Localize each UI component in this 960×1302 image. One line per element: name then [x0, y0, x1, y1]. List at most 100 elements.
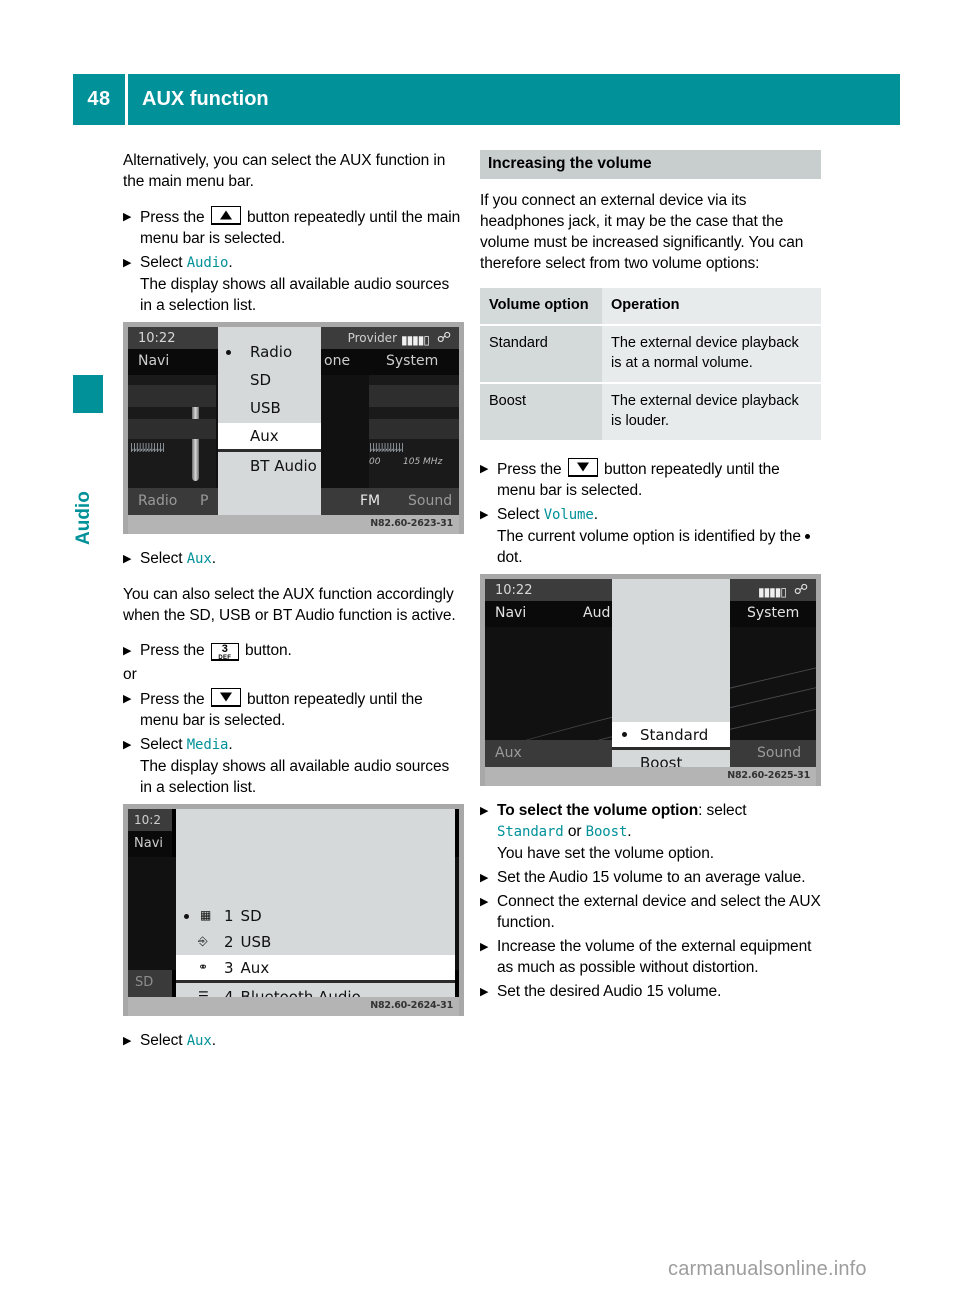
- frequency-right: 105 MHz: [403, 457, 443, 467]
- step-commands-line: Standard or Boost.: [497, 821, 821, 843]
- step-bullet-icon: ▶: [480, 872, 489, 884]
- step-result-text: The current volume option is identified …: [497, 526, 821, 568]
- table-header-operation: Operation: [602, 288, 821, 326]
- clock: 10:22: [138, 331, 176, 346]
- chapter-tab-marker: [73, 375, 103, 413]
- step-select-aux-2: ▶ Select Aux.: [123, 1030, 464, 1052]
- phone-icon: ☍: [436, 330, 451, 346]
- command-audio: Audio: [186, 255, 229, 271]
- figure-media-source-list: 10:2 Navi SD ▦ 1 SD ⎆ 2 USB ⚭ 3 Aux ☰ 4 …: [123, 804, 464, 1016]
- popup-item-label: Aux: [250, 427, 279, 445]
- up-arrow-key-icon: [210, 206, 241, 225]
- popup-divider: [176, 980, 455, 983]
- step-select-volume: ▶ Select Volume. The current volume opti…: [480, 504, 821, 568]
- bottom-item-sound[interactable]: Sound: [408, 493, 452, 509]
- bottom-item-aux[interactable]: Aux: [495, 745, 522, 761]
- step-text: Set the desired Audio 15 volume.: [497, 983, 722, 1000]
- left-column: Alternatively, you can select the AUX fu…: [123, 150, 464, 1055]
- list-item-usb[interactable]: ⎆ 2 USB: [176, 929, 455, 955]
- step-result-text: The display shows all available audio so…: [140, 758, 450, 796]
- step-bullet-icon: ▶: [480, 805, 489, 817]
- popup-item-usb[interactable]: USB: [218, 395, 321, 421]
- cell-operation-boost: The external device playback is louder.: [602, 383, 821, 442]
- step-select-media: ▶ Select Media. The display shows all av…: [123, 734, 464, 798]
- list-item-aux[interactable]: ⚭ 3 Aux: [176, 955, 455, 980]
- popup-item-bt-audio[interactable]: BT Audio: [218, 453, 321, 479]
- selection-dot-icon: [622, 732, 627, 737]
- step-text-pre: Press the: [140, 642, 205, 659]
- menu-item-system[interactable]: System: [747, 605, 799, 621]
- section-subheading: Increasing the volume: [480, 150, 821, 179]
- audio-source-popup[interactable]: Radio SD USB Aux BT Audio: [218, 327, 321, 515]
- step-select-aux-1: ▶ Select Aux.: [123, 548, 464, 570]
- step-bullet-icon: ▶: [123, 1035, 132, 1047]
- popup-item-sd[interactable]: SD: [218, 367, 321, 393]
- step-text: Set the Audio 15 volume to an average va…: [497, 869, 806, 886]
- step-bullet-icon: ▶: [123, 211, 132, 223]
- step-bullet-icon: ▶: [123, 645, 132, 657]
- menu-item-navi[interactable]: Navi: [128, 831, 172, 857]
- step-bullet-icon: ▶: [480, 463, 489, 475]
- radio-panel-left: 2 9 |,|,|,|,|,|,|,|,|,|,|,|: [128, 375, 216, 488]
- table-row: Boost The external device playback is lo…: [480, 383, 821, 442]
- clock-partial: 10:2: [128, 809, 172, 831]
- tuner-scale-right: |,|,|,|,|,|,|,|,|,|,|,|: [369, 443, 404, 452]
- or-separator: or: [123, 666, 137, 683]
- figure-caption-code: N82.60-2623-31: [370, 518, 453, 529]
- step-set-average-volume: ▶ Set the Audio 15 volume to an average …: [480, 867, 821, 888]
- head-unit-screen: 10:22 ▮▮▮▮▯ ☍ Navi Aud System Aux Sound …: [485, 579, 816, 767]
- step-text-post: .: [228, 254, 233, 271]
- figure-caption-bar: N82.60-2625-31: [485, 767, 816, 786]
- command-aux: Aux: [186, 1033, 212, 1049]
- page-header: 48 AUX function: [73, 74, 900, 125]
- step-increase-external-volume: ▶ Increase the volume of the external eq…: [480, 936, 821, 978]
- step-text-pre: Press the: [497, 461, 562, 478]
- step-bullet-icon: ▶: [480, 941, 489, 953]
- menu-item-navi[interactable]: Navi: [495, 605, 526, 621]
- cell-operation-standard: The external device playback is at a nor…: [602, 325, 821, 384]
- menu-item-phone[interactable]: one: [324, 353, 350, 369]
- bottom-item-radio[interactable]: Radio: [138, 493, 177, 509]
- right-column: Increasing the volume If you connect an …: [480, 150, 821, 1005]
- frequency-left: 00: [369, 457, 381, 467]
- volume-option-popup[interactable]: Standard Boost: [612, 579, 730, 767]
- table-row: Standard The external device playback is…: [480, 325, 821, 384]
- figure-volume-option-popup: 10:22 ▮▮▮▮▯ ☍ Navi Aud System Aux Sound …: [480, 574, 821, 786]
- step-text-pre: Select: [140, 1032, 183, 1049]
- popup-item-boost[interactable]: Boost: [612, 750, 730, 768]
- bottom-item-preset[interactable]: P: [200, 493, 208, 509]
- step-result-text: You have set the volume option.: [497, 845, 714, 862]
- popup-item-aux[interactable]: Aux: [218, 423, 321, 449]
- step-text-pre: Select: [140, 550, 183, 567]
- popup-item-label: USB: [250, 399, 281, 417]
- step-text-post: .: [211, 550, 216, 567]
- bottom-item-sound[interactable]: Sound: [757, 745, 801, 761]
- figure-caption-bar: N82.60-2624-31: [128, 997, 459, 1016]
- menu-item-audio[interactable]: Aud: [583, 605, 610, 621]
- step-text-pre: Select: [140, 736, 183, 753]
- popup-item-standard[interactable]: Standard: [612, 722, 730, 747]
- step-text-end: .: [627, 823, 632, 840]
- phone-icon: ☍: [793, 582, 808, 598]
- clock: 10:22: [495, 583, 533, 598]
- command-media: Media: [186, 737, 229, 753]
- menu-item-system[interactable]: System: [386, 353, 438, 369]
- head-unit-screen: 2 9 |,|,|,|,|,|,|,|,|,|,|,| |,|,|,|,|,|,…: [128, 327, 459, 515]
- list-item-label: USB: [240, 933, 272, 951]
- media-source-popup[interactable]: ▦ 1 SD ⎆ 2 USB ⚭ 3 Aux ☰ 4 Bluetooth Aud…: [176, 809, 455, 997]
- selection-dot-icon: [226, 350, 231, 355]
- step-connect-device: ▶ Connect the external device and select…: [480, 891, 821, 933]
- tuner-scale-left: |,|,|,|,|,|,|,|,|,|,|,|: [130, 443, 165, 452]
- figure-audio-source-list: 2 9 |,|,|,|,|,|,|,|,|,|,|,| |,|,|,|,|,|,…: [123, 322, 464, 534]
- panel-strip: [369, 419, 459, 439]
- popup-item-radio[interactable]: Radio: [218, 339, 321, 365]
- menu-item-navi[interactable]: Navi: [138, 353, 169, 369]
- bottom-item-sd[interactable]: SD: [128, 970, 172, 997]
- step-press-number-3: ▶ Press the 3 DEF button.: [123, 640, 464, 661]
- signal-strength-icon: ▮▮▮▮▯: [400, 333, 430, 347]
- list-item-sd[interactable]: ▦ 1 SD: [176, 903, 455, 929]
- list-item-bluetooth-audio[interactable]: ☰ 4 Bluetooth Audio: [176, 984, 455, 998]
- selection-dot-icon: [184, 914, 189, 919]
- bottom-item-fm[interactable]: FM: [360, 493, 380, 509]
- down-arrow-key-icon: [567, 458, 598, 477]
